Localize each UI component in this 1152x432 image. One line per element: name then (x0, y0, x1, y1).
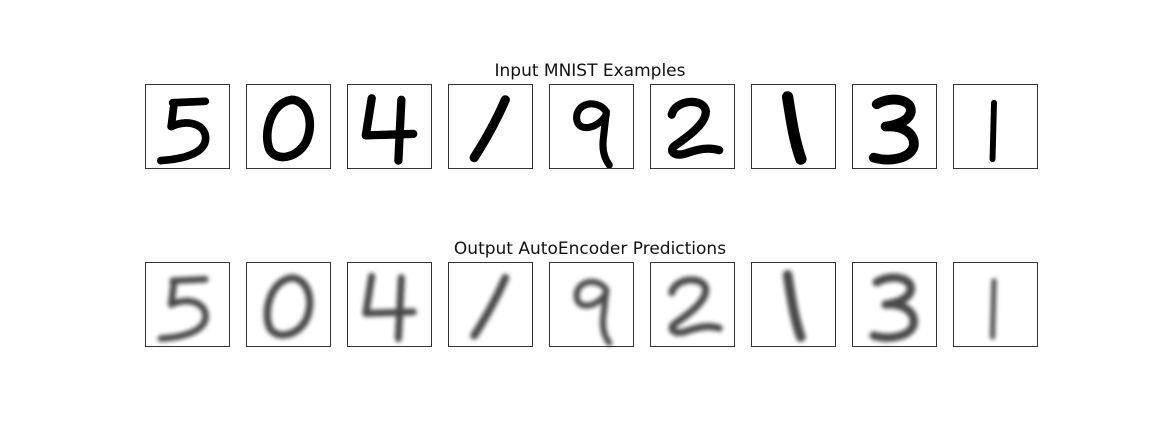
digit-stroke (781, 91, 807, 165)
digit-stroke (782, 270, 806, 342)
input-digit-8 (852, 84, 937, 169)
predicted-digit-9 (953, 262, 1038, 347)
digit-stroke (469, 95, 510, 163)
input-digit-6 (650, 84, 735, 169)
input-digit-2 (246, 84, 331, 169)
input-digit-3 (347, 84, 432, 169)
digit-image (990, 278, 997, 340)
digit-image (157, 276, 209, 342)
input-digit-9 (953, 84, 1038, 169)
digit-stroke (394, 274, 405, 343)
digit-image (573, 278, 613, 346)
digit-stroke (573, 278, 610, 309)
digit-stroke (869, 273, 918, 342)
digit-image (469, 95, 510, 163)
input-digit-4 (448, 84, 533, 169)
digit-image (782, 270, 806, 342)
input-examples-row (0, 84, 1152, 170)
input-digit-7 (751, 84, 836, 169)
predicted-digit-5 (549, 262, 634, 347)
digit-stroke (470, 273, 510, 340)
predicted-digit-7 (751, 262, 836, 347)
predicted-digit-3 (347, 262, 432, 347)
digit-image (668, 276, 723, 337)
input-digit-5 (549, 84, 634, 169)
digit-stroke (263, 274, 314, 339)
digit-stroke (157, 297, 209, 342)
digit-image (781, 91, 807, 165)
output-row-title: Output AutoEncoder Predictions (453, 239, 727, 259)
digit-stroke (262, 95, 315, 162)
digit-stroke (362, 272, 417, 317)
predicted-digit-2 (246, 262, 331, 347)
digit-stroke (394, 95, 406, 165)
digit-image (989, 99, 997, 163)
predicted-digit-6 (650, 262, 735, 347)
digit-image (573, 100, 613, 168)
input-row-title: Input MNIST Examples (494, 61, 686, 81)
predictions-row (0, 262, 1152, 348)
digit-image (362, 272, 417, 343)
digit-image (868, 94, 919, 165)
digit-stroke (156, 119, 210, 165)
digit-stroke (990, 278, 997, 340)
digit-stroke (599, 108, 613, 168)
digit-stroke (667, 97, 724, 159)
digit-image (361, 94, 418, 165)
digit-image (470, 273, 510, 340)
predicted-digit-1 (145, 262, 230, 347)
digit-image (263, 274, 314, 339)
digit-stroke (668, 276, 723, 337)
digit-stroke (868, 94, 919, 165)
digit-image (869, 273, 918, 342)
digit-stroke (989, 99, 997, 163)
input-digit-1 (145, 84, 230, 169)
digit-image (262, 95, 315, 162)
predicted-digit-4 (448, 262, 533, 347)
digit-image (667, 97, 724, 159)
predicted-digit-8 (852, 262, 937, 347)
digit-stroke (599, 286, 613, 346)
digit-stroke (169, 276, 209, 285)
digit-stroke (361, 94, 418, 140)
digit-image (156, 97, 210, 165)
